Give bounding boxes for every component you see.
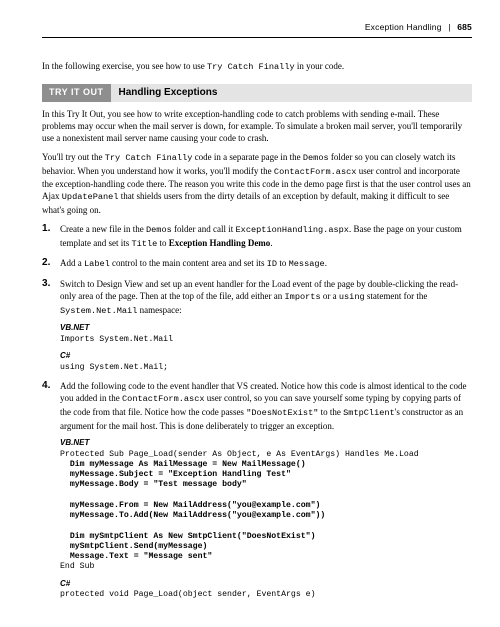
intro-paragraph: In the following exercise, you see how t…: [42, 60, 472, 74]
paragraph-2: You'll try out the Try Catch Finally cod…: [42, 151, 472, 216]
vbnet-label: VB.NET: [60, 323, 472, 334]
tryitout-bar: TRY IT OUT Handling Exceptions: [42, 84, 472, 102]
vbnet-code-2: Protected Sub Page_Load(sender As Object…: [60, 450, 472, 573]
step-4: Add the following code to the event hand…: [42, 380, 472, 600]
csharp-code-2: protected void Page_Load(object sender, …: [60, 590, 472, 600]
tryitout-title: Handling Exceptions: [111, 84, 473, 102]
tryitout-tag: TRY IT OUT: [42, 84, 111, 102]
section-name: Exception Handling: [365, 22, 442, 32]
step-1: Create a new file in the Demos folder an…: [42, 223, 472, 250]
vbnet-code-1: Imports System.Net.Mail: [60, 335, 472, 345]
step-2: Add a Label control to the main content …: [42, 257, 472, 271]
csharp-label-2: C#: [60, 579, 472, 590]
csharp-label: C#: [60, 351, 472, 362]
running-header: Exception Handling | 685: [42, 22, 472, 38]
steps-list: Create a new file in the Demos folder an…: [42, 223, 472, 601]
step-4-text: Add the following code to the event hand…: [60, 381, 466, 430]
step-3-text: Switch to Design View and set up an even…: [60, 279, 458, 315]
step-2-text: Add a Label control to the main content …: [60, 258, 327, 268]
csharp-code-1: using System.Net.Mail;: [60, 363, 472, 373]
page-number: 685: [457, 22, 472, 32]
header-separator: |: [448, 22, 450, 32]
step-1-text: Create a new file in the Demos folder an…: [60, 224, 462, 248]
paragraph-1: In this Try It Out, you see how to write…: [42, 108, 472, 144]
vbnet-label-2: VB.NET: [60, 438, 472, 449]
step-3: Switch to Design View and set up an even…: [42, 278, 472, 373]
